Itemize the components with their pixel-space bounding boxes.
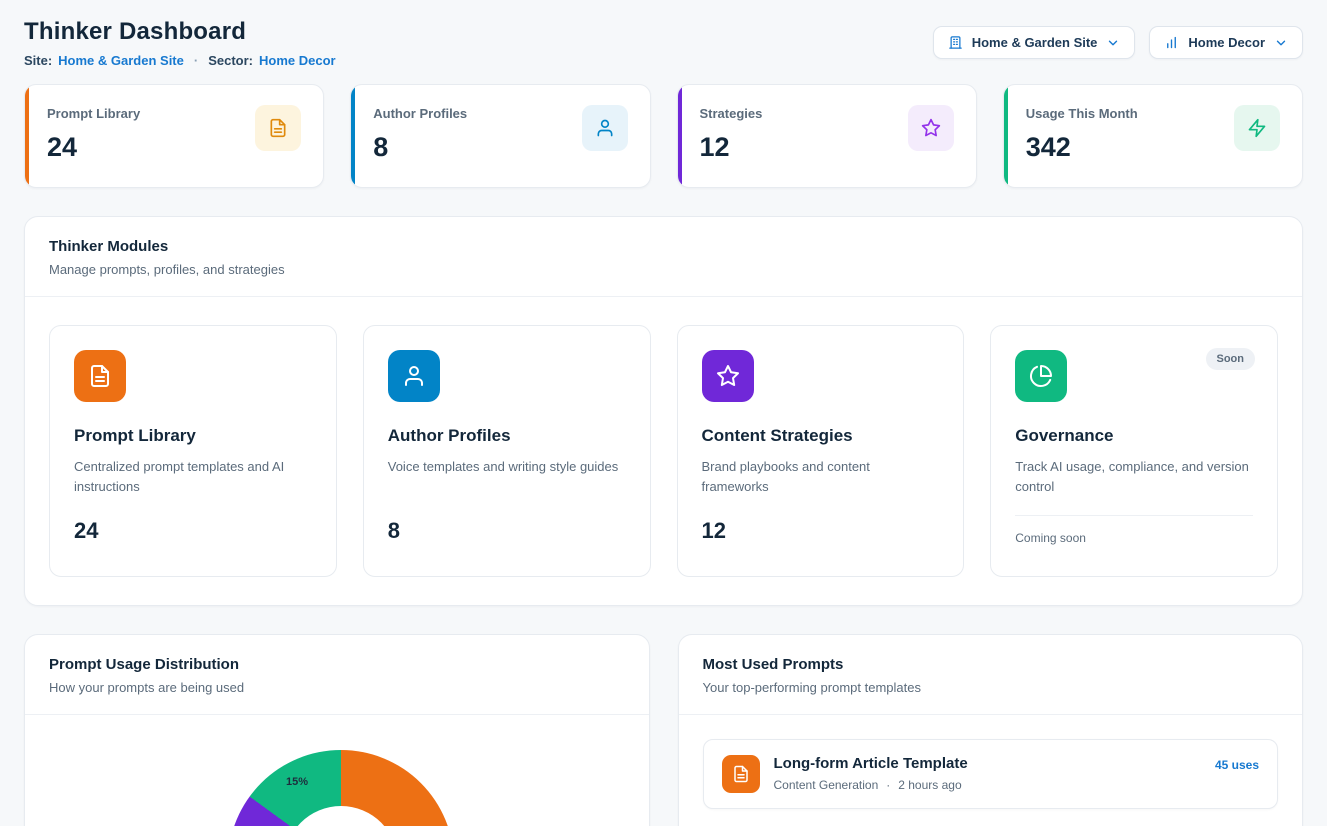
stats-row: Prompt Library 24 Author Profiles 8 Stra… [24,84,1303,188]
chevron-down-icon [1106,36,1120,50]
most-used-prompts-panel: Most Used Prompts Your top-performing pr… [678,634,1304,826]
prompt-item-text: Long-form Article Template Content Gener… [774,755,968,793]
title-block: Thinker Dashboard Site: Home & Garden Si… [24,18,336,68]
usage-panel-header: Prompt Usage Distribution How your promp… [25,635,649,715]
module-description: Voice templates and writing style guides [388,457,626,477]
prompts-panel-title: Most Used Prompts [703,656,1279,673]
breadcrumb: Site: Home & Garden Site · Sector: Home … [24,53,336,68]
donut-slice-label: 15% [286,776,308,788]
prompt-item-uses-badge: 45 uses [1215,755,1259,793]
star-icon [908,105,954,151]
site-label: Site: [24,53,52,68]
stat-accent-bar [1004,85,1008,187]
thinker-modules-section: Thinker Modules Manage prompts, profiles… [24,216,1303,606]
document-icon [722,755,760,793]
modules-grid: Prompt Library Centralized prompt templa… [25,297,1302,605]
soon-badge: Soon [1206,348,1256,370]
module-card-author-profiles[interactable]: Author Profiles Voice templates and writ… [363,325,651,577]
modules-title: Thinker Modules [49,238,1278,255]
module-description: Track AI usage, compliance, and version … [1015,457,1253,497]
document-icon [74,350,126,402]
bar-chart-icon [1164,35,1179,50]
stat-card-prompt-library: Prompt Library 24 [24,84,324,188]
stat-card-usage: Usage This Month 342 [1003,84,1303,188]
module-description: Brand playbooks and content frameworks [702,457,940,497]
prompt-usage-panel: Prompt Usage Distribution How your promp… [24,634,650,826]
stat-accent-bar [678,85,682,187]
stat-accent-bar [25,85,29,187]
prompt-list-item[interactable]: Long-form Article Template Content Gener… [703,739,1279,809]
module-description: Centralized prompt templates and AI inst… [74,457,312,497]
module-card-content-strategies[interactable]: Content Strategies Brand playbooks and c… [677,325,965,577]
module-title: Prompt Library [74,426,312,446]
site-selector-label: Home & Garden Site [972,35,1098,50]
module-card-governance[interactable]: Soon Governance Track AI usage, complian… [990,325,1278,577]
modules-header: Thinker Modules Manage prompts, profiles… [25,217,1302,297]
site-selector-dropdown[interactable]: Home & Garden Site [933,26,1136,59]
person-icon [582,105,628,151]
prompt-item-title: Long-form Article Template [774,755,968,772]
separator-dot: · [194,53,198,68]
page-title: Thinker Dashboard [24,18,336,46]
module-card-prompt-library[interactable]: Prompt Library Centralized prompt templa… [49,325,337,577]
sector-link[interactable]: Home Decor [259,53,336,68]
top-bar: Thinker Dashboard Site: Home & Garden Si… [24,18,1303,68]
donut-chart: 15% [228,750,454,826]
stat-accent-bar [351,85,355,187]
prompt-item-time: 2 hours ago [898,778,961,792]
sector-selector-label: Home Decor [1188,35,1265,50]
usage-panel-title: Prompt Usage Distribution [49,656,625,673]
document-icon [255,105,301,151]
header-selectors: Home & Garden Site Home Decor [933,26,1303,59]
module-title: Content Strategies [702,426,940,446]
bottom-row: Prompt Usage Distribution How your promp… [24,634,1303,826]
module-title: Governance [1015,426,1253,446]
prompts-panel-header: Most Used Prompts Your top-performing pr… [679,635,1303,715]
site-link[interactable]: Home & Garden Site [58,53,184,68]
stat-card-strategies: Strategies 12 [677,84,977,188]
prompt-item-meta: Content Generation · 2 hours ago [774,778,968,792]
building-icon [948,35,963,50]
prompt-item-category: Content Generation [774,778,879,792]
pie-chart-icon [1015,350,1067,402]
star-icon [702,350,754,402]
separator-dot: · [886,778,890,792]
sector-selector-dropdown[interactable]: Home Decor [1149,26,1303,59]
dashboard-page: Thinker Dashboard Site: Home & Garden Si… [0,0,1327,826]
stat-card-author-profiles: Author Profiles 8 [350,84,650,188]
usage-panel-subtitle: How your prompts are being used [49,680,625,695]
prompts-panel-subtitle: Your top-performing prompt templates [703,680,1279,695]
sector-label: Sector: [208,53,253,68]
module-count: 8 [388,518,626,552]
module-title: Author Profiles [388,426,626,446]
coming-soon-text: Coming soon [1015,515,1253,545]
modules-subtitle: Manage prompts, profiles, and strategies [49,262,1278,277]
chart-area: 15% [25,715,649,826]
module-count: 24 [74,518,312,552]
module-count: 12 [702,518,940,552]
chevron-down-icon [1274,36,1288,50]
person-icon [388,350,440,402]
lightning-icon [1234,105,1280,151]
